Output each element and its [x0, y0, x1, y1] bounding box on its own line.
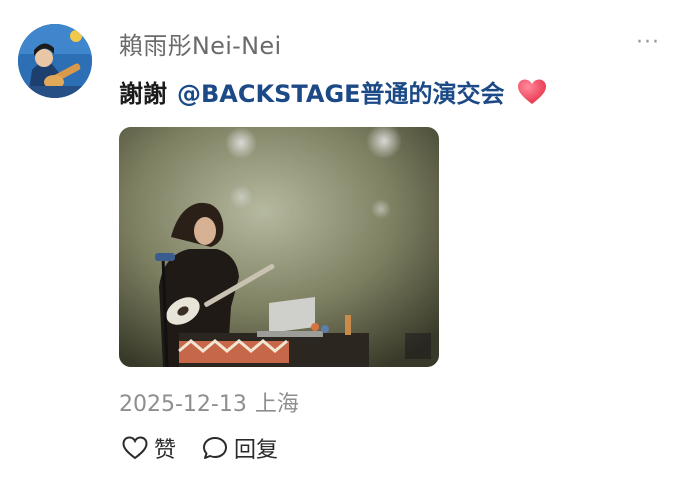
mention-link[interactable]: @BACKSTAGE普通的演交会 [177, 74, 505, 109]
post-text: 謝謝 [119, 80, 167, 108]
more-options-icon[interactable]: ··· [636, 30, 660, 55]
heart-outline-icon [122, 436, 148, 460]
post-location: 上海 [254, 392, 299, 417]
action-bar: 赞 回复 [122, 432, 278, 464]
like-button[interactable]: 赞 [122, 432, 176, 464]
post-card: 賴雨彤Nei-Nei ··· 謝謝 @BACKSTAGE普通的演交会 2025-… [0, 0, 680, 478]
avatar[interactable] [18, 24, 92, 98]
reply-label: 回复 [234, 438, 279, 463]
reply-button[interactable]: 回复 [202, 432, 278, 464]
author-name[interactable]: 賴雨彤Nei-Nei [119, 26, 281, 61]
post-content: 謝謝 @BACKSTAGE普通的演交会 [119, 74, 547, 109]
comment-icon [202, 436, 228, 460]
post-date: 2025-12-13 [119, 392, 247, 417]
post-meta: 2025-12-13 上海 [119, 386, 299, 418]
post-photo[interactable] [119, 127, 439, 367]
like-label: 赞 [154, 438, 177, 463]
heart-icon [517, 78, 547, 106]
